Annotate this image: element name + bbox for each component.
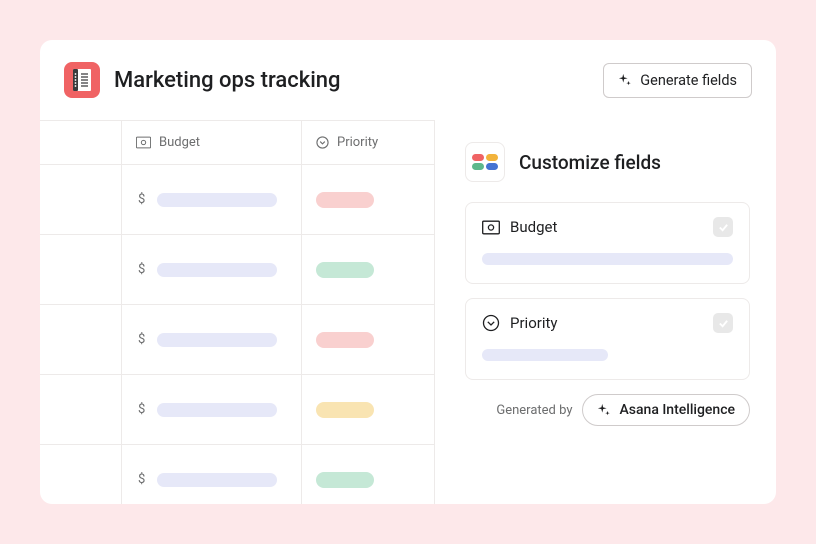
panel-title: Customize fields bbox=[519, 151, 661, 174]
page-title: Marketing ops tracking bbox=[114, 68, 341, 93]
table-row[interactable]: $ bbox=[40, 375, 435, 445]
generate-fields-button[interactable]: Generate fields bbox=[603, 63, 752, 98]
customize-fields-panel: Customize fields Budget bbox=[435, 120, 776, 504]
sparkle-icon bbox=[618, 73, 632, 87]
field-label: Budget bbox=[510, 218, 557, 236]
field-checkbox[interactable] bbox=[713, 313, 733, 333]
budget-placeholder bbox=[157, 473, 277, 487]
column-header-priority-label: Priority bbox=[337, 135, 378, 150]
currency-symbol: $ bbox=[138, 332, 145, 347]
currency-symbol: $ bbox=[138, 192, 145, 207]
field-checkbox[interactable] bbox=[713, 217, 733, 237]
project-window: Marketing ops tracking Generate fields B… bbox=[40, 40, 776, 504]
fields-icon bbox=[465, 142, 505, 182]
priority-pill bbox=[316, 402, 374, 418]
generated-by: Generated by Asana Intelligence bbox=[465, 394, 750, 426]
field-card-priority[interactable]: Priority bbox=[465, 298, 750, 380]
budget-placeholder bbox=[157, 403, 277, 417]
field-value-placeholder bbox=[482, 253, 733, 265]
priority-pill bbox=[316, 472, 374, 488]
project-icon bbox=[64, 62, 100, 98]
budget-placeholder bbox=[157, 263, 277, 277]
generated-by-label: Generated by bbox=[496, 403, 572, 418]
chevron-circle-icon bbox=[316, 136, 329, 149]
priority-pill bbox=[316, 262, 374, 278]
table-row[interactable]: $ bbox=[40, 445, 435, 504]
task-table: Budget Priority $ $ bbox=[40, 120, 435, 504]
header: Marketing ops tracking Generate fields bbox=[40, 40, 776, 120]
priority-pill bbox=[316, 332, 374, 348]
field-label: Priority bbox=[510, 314, 557, 332]
budget-placeholder bbox=[157, 333, 277, 347]
field-card-budget[interactable]: Budget bbox=[465, 202, 750, 284]
chevron-circle-icon bbox=[482, 314, 500, 332]
column-header-budget-label: Budget bbox=[159, 135, 200, 150]
generate-fields-label: Generate fields bbox=[640, 72, 737, 89]
currency-icon bbox=[136, 136, 151, 149]
currency-symbol: $ bbox=[138, 262, 145, 277]
generated-by-source: Asana Intelligence bbox=[619, 402, 735, 418]
asana-intelligence-badge[interactable]: Asana Intelligence bbox=[582, 394, 750, 426]
priority-pill bbox=[316, 192, 374, 208]
sparkle-icon bbox=[597, 403, 611, 417]
table-row[interactable]: $ bbox=[40, 305, 435, 375]
table-row[interactable]: $ bbox=[40, 235, 435, 305]
currency-symbol: $ bbox=[138, 402, 145, 417]
column-header-budget[interactable]: Budget bbox=[122, 121, 302, 165]
budget-placeholder bbox=[157, 193, 277, 207]
column-header-priority[interactable]: Priority bbox=[302, 121, 435, 165]
currency-symbol: $ bbox=[138, 472, 145, 487]
table-row[interactable]: $ bbox=[40, 165, 435, 235]
currency-icon bbox=[482, 220, 500, 235]
field-value-placeholder bbox=[482, 349, 608, 361]
